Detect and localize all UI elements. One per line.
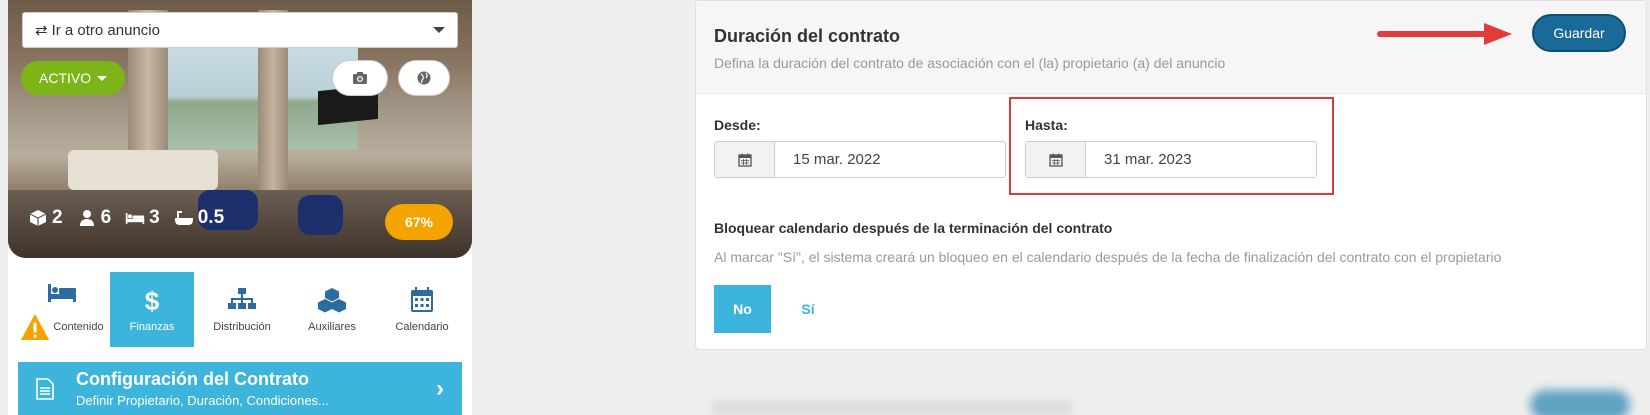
from-label: Desde: <box>714 117 761 133</box>
cubes-icon <box>318 287 346 312</box>
sitemap-icon <box>228 287 256 309</box>
config-subtitle: Definir Propietario, Duración, Condicion… <box>76 393 329 408</box>
tab-auxiliares-label: Auxiliares <box>308 320 356 333</box>
warning-icon <box>21 313 50 340</box>
save-button[interactable]: Guardar <box>1532 14 1626 52</box>
tab-auxiliares[interactable]: Auxiliares <box>290 272 374 347</box>
completion-badge: 67% <box>385 204 453 240</box>
guests-count: 6 <box>100 207 112 228</box>
baths-stat: 0.5 <box>174 207 224 229</box>
map-button[interactable] <box>398 60 450 96</box>
tab-contenido-label: Contenido <box>53 320 104 333</box>
bed-icon <box>125 213 145 224</box>
listing-stats: 2 6 3 0.5 <box>28 207 224 229</box>
lock-calendar-title: Bloquear calendario después de la termin… <box>714 220 1113 236</box>
status-label: ACTIVO <box>39 70 92 86</box>
toggle-no-button[interactable]: No <box>714 285 771 333</box>
rooms-stat: 2 <box>28 207 63 229</box>
calendar-icon[interactable] <box>715 142 775 177</box>
config-title: Configuración del Contrato <box>76 369 309 389</box>
tab-finanzas[interactable]: $ Finanzas <box>110 272 194 347</box>
from-date-value: 15 mar. 2022 <box>793 151 881 168</box>
card-subtitle: Defina la duración del contrato de asoci… <box>714 55 1226 71</box>
from-date-field[interactable]: 15 mar. 2022 <box>714 141 1006 178</box>
to-date-field[interactable]: 31 mar. 2023 <box>1025 141 1317 178</box>
svg-text:$: $ <box>145 287 160 313</box>
tab-calendario-label: Calendario <box>395 320 449 333</box>
status-dropdown[interactable]: ACTIVO <box>21 61 126 95</box>
baths-count: 0.5 <box>197 207 225 228</box>
tab-calendario[interactable]: Calendario <box>380 272 464 347</box>
blurred-next-section <box>712 400 1072 415</box>
contract-config-item[interactable]: Configuración del Contrato Definir Propi… <box>18 362 462 415</box>
globe-icon <box>417 71 431 85</box>
beds-stat: 3 <box>125 207 160 229</box>
listing-tabs: Contenido $ Finanzas Distribución Auxili… <box>20 272 470 347</box>
photos-button[interactable] <box>332 60 388 96</box>
tab-finanzas-label: Finanzas <box>129 320 175 333</box>
red-arrow-annotation <box>1377 23 1512 45</box>
tab-distribucion[interactable]: Distribución <box>200 272 284 347</box>
caret-down-icon <box>97 75 108 81</box>
listing-panel: ⇄ Ir a otro anuncio ACTIVO 2 6 3 0.5 67% <box>8 0 472 415</box>
contract-duration-card: Duración del contrato Defina la duración… <box>695 0 1647 350</box>
swap-icon: ⇄ <box>35 22 48 39</box>
cube-icon <box>29 210 47 226</box>
tab-contenido[interactable]: Contenido <box>20 272 104 347</box>
goto-listing-select[interactable]: ⇄ Ir a otro anuncio <box>22 12 458 48</box>
blurred-next-button <box>1530 390 1630 415</box>
bed-icon <box>48 283 76 302</box>
card-header: Duración del contrato Defina la duración… <box>696 1 1646 94</box>
toggle-yes-button[interactable]: Sí <box>788 285 828 333</box>
rooms-count: 2 <box>52 207 63 228</box>
bath-icon <box>174 211 193 225</box>
to-label: Hasta: <box>1025 117 1068 133</box>
guests-stat: 6 <box>77 207 112 229</box>
camera-icon <box>353 72 367 84</box>
calendar-icon[interactable] <box>1026 142 1086 177</box>
user-icon <box>79 210 94 226</box>
chevron-right-icon: › <box>436 374 444 402</box>
document-icon <box>36 377 54 400</box>
dollar-icon: $ <box>145 287 160 313</box>
lock-calendar-description: Al marcar "Sí", el sistema creará un blo… <box>714 249 1502 265</box>
to-date-value: 31 mar. 2023 <box>1104 151 1192 168</box>
goto-listing-label: Ir a otro anuncio <box>51 21 160 39</box>
chevron-down-icon <box>433 27 445 33</box>
beds-count: 3 <box>149 207 160 228</box>
tab-distribucion-label: Distribución <box>213 320 271 333</box>
calendar-icon <box>411 286 433 312</box>
